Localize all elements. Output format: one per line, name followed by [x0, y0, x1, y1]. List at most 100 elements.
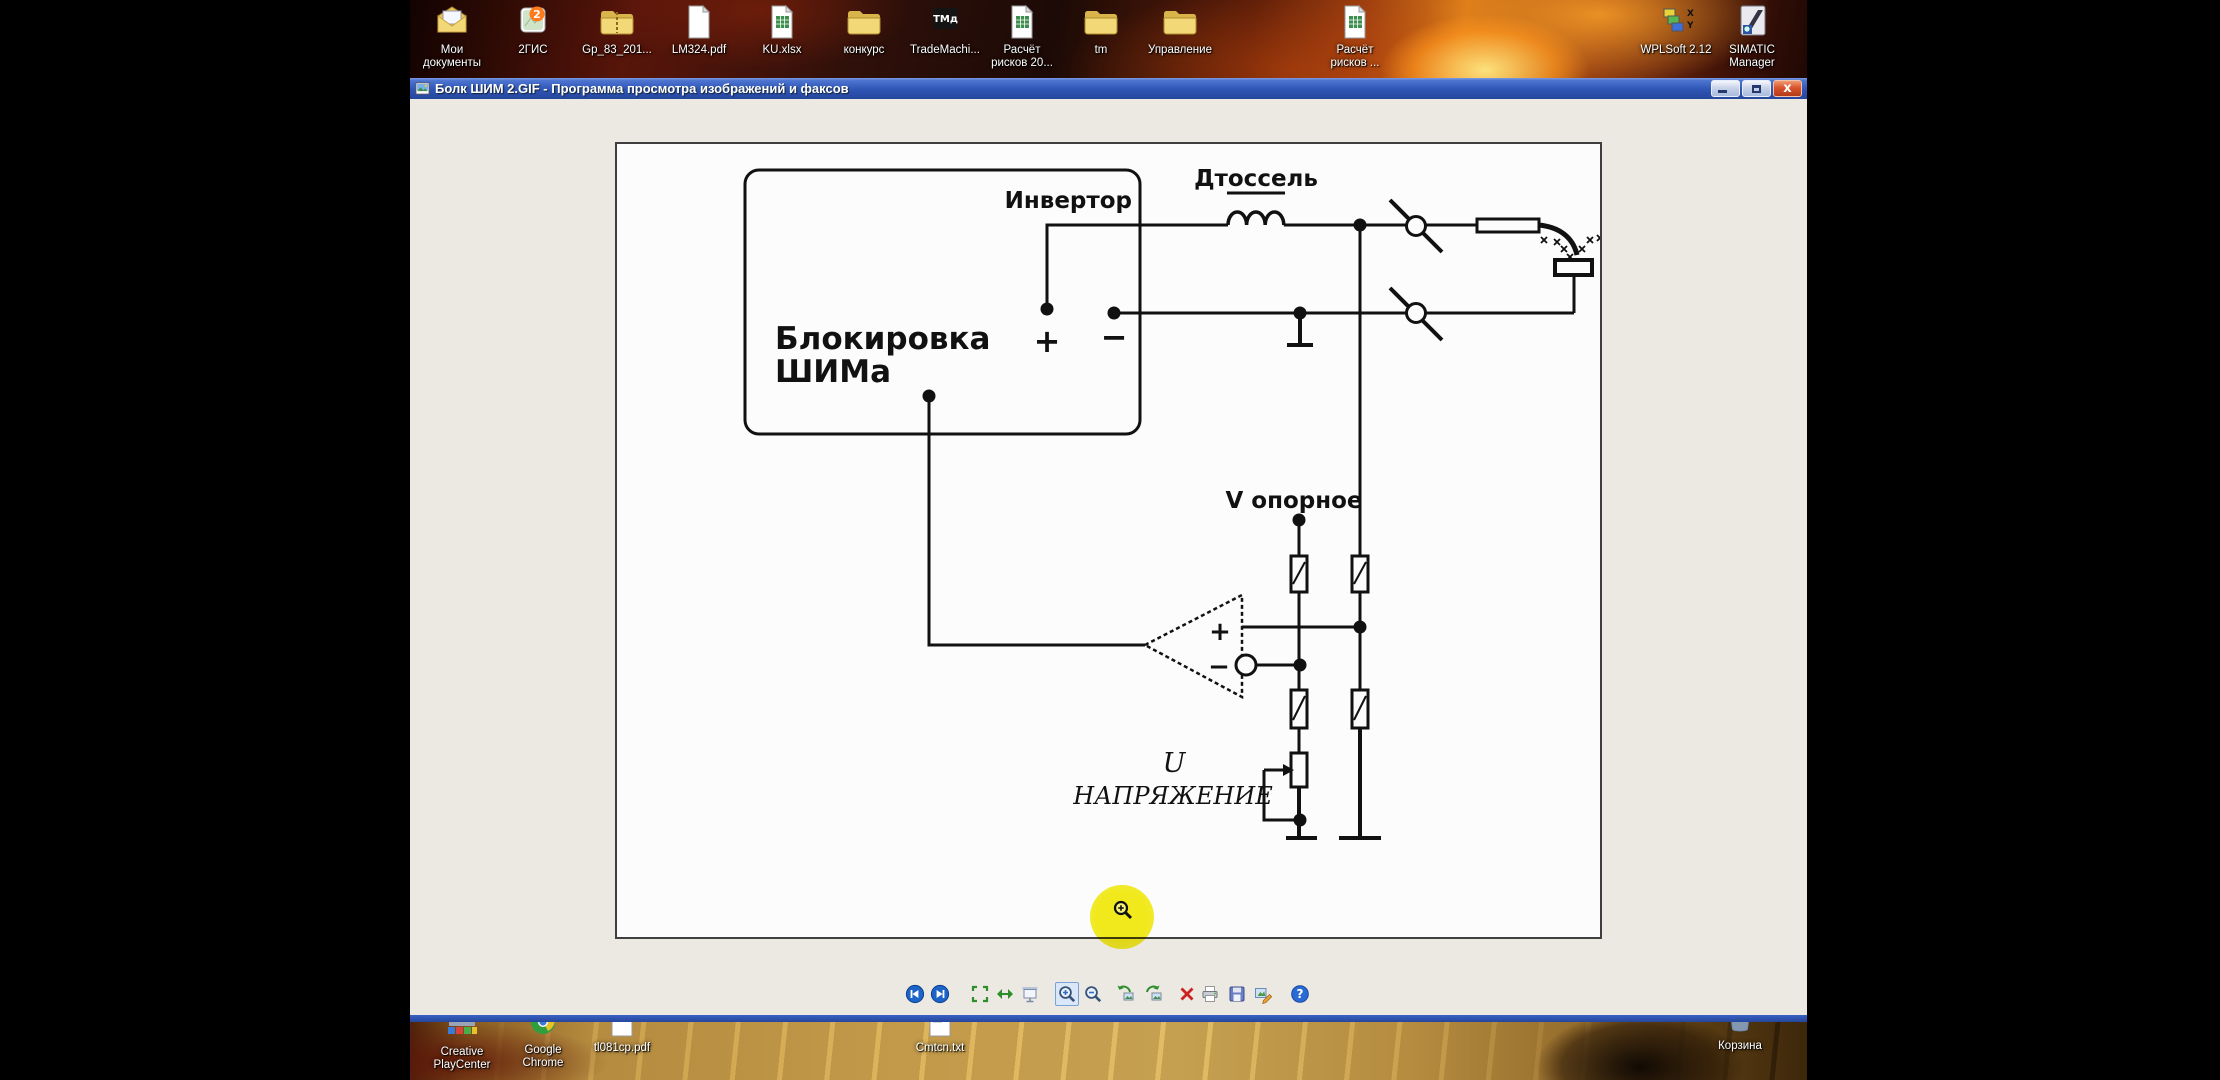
desktop-icon-label: Расчёт рисков 20... — [991, 44, 1053, 70]
excel-doc-icon — [1335, 2, 1375, 42]
title-bar[interactable]: Болк ШИМ 2.GIF - Программа просмотра изо… — [410, 78, 1807, 99]
resistor — [1477, 219, 1539, 232]
junction-dot — [1295, 815, 1305, 825]
toolbar-best-fit-button[interactable] — [968, 982, 992, 1006]
toolbar-start-slideshow-button[interactable] — [1018, 982, 1042, 1006]
toolbar-rotate-counterclockwise-button[interactable] — [1141, 982, 1165, 1006]
label-u-1: U — [1163, 748, 1187, 779]
desktop-icon-label: tl081cp.pdf — [594, 1042, 650, 1055]
help-icon: ? — [1290, 984, 1310, 1004]
desktop-icon-label: Корзина — [1718, 1040, 1762, 1053]
toolbar-actual-size-button[interactable] — [993, 982, 1017, 1006]
save-icon — [1227, 984, 1247, 1004]
desktop-icon-gp-83-201[interactable]: Gp_83_201... — [572, 2, 662, 57]
previous-image-icon — [905, 984, 925, 1004]
svg-text:2: 2 — [533, 8, 541, 21]
folder-icon — [1160, 2, 1200, 42]
ground-symbol — [1339, 728, 1381, 838]
window-title: Болк ШИМ 2.GIF - Программа просмотра изо… — [435, 81, 849, 96]
desktop-icon-конкурс[interactable]: конкурс — [819, 2, 909, 57]
desktop-icon-tm[interactable]: tm — [1056, 2, 1146, 57]
close-button[interactable]: x — [1773, 80, 1802, 97]
svg-text:?: ? — [1297, 987, 1304, 1001]
desktop-icon-label: Управление — [1148, 44, 1212, 57]
toolbar-help-button[interactable]: ? — [1288, 982, 1312, 1006]
edit-icon — [1253, 984, 1273, 1004]
excel-doc-icon — [1002, 2, 1042, 42]
toolbar-zoom-out-button[interactable] — [1081, 982, 1105, 1006]
simatic-app-icon — [1732, 2, 1772, 42]
actual-size-icon — [995, 984, 1015, 1004]
toolbar-edit-button[interactable] — [1251, 982, 1275, 1006]
desktop-icon-label: Creative PlayCenter — [434, 1046, 491, 1072]
desktop-icon-simatic-manager[interactable]: SIMATIC Manager — [1707, 2, 1797, 70]
desktop-icon-label: 2ГИС — [518, 44, 547, 57]
toolbar-rotate-clockwise-button[interactable] — [1113, 982, 1137, 1006]
desktop-icon-label: KU.xlsx — [763, 44, 802, 57]
label-block-1: Блокировка — [775, 321, 990, 357]
breaker-symbol — [1407, 217, 1426, 236]
toolbar-previous-image-button[interactable] — [903, 982, 927, 1006]
label-plus-terminal: + — [1034, 322, 1061, 360]
label-minus-terminal: − — [1101, 318, 1128, 356]
desktop-icon-2гис[interactable]: 2 2ГИС — [488, 2, 578, 57]
toolbar-save-button[interactable] — [1225, 982, 1249, 1006]
label-inverter: Инвертор — [1005, 188, 1132, 214]
zoom-cursor-icon — [1112, 899, 1134, 921]
folder-icon — [1081, 2, 1121, 42]
maximize-button[interactable] — [1742, 80, 1771, 97]
desktop-icon-мои-документы[interactable]: Мои документы — [410, 2, 497, 70]
close-icon: x — [1783, 82, 1791, 95]
excel-doc-icon — [762, 2, 802, 42]
inverting-input-bubble — [1236, 655, 1256, 675]
window-bottom-border — [410, 1015, 1807, 1022]
desktop-icon-label: Google Chrome — [523, 1044, 564, 1070]
desktop-icon-label: tm — [1095, 44, 1108, 57]
video-frame: Мои документы 2 2ГИС Gp_83_201...LM324.pdf K… — [0, 0, 2220, 1080]
2gis-app-icon: 2 — [513, 2, 553, 42]
label-block-2: ШИМа — [775, 354, 891, 390]
desktop-icon-lm324-pdf[interactable]: LM324.pdf — [654, 2, 744, 57]
toolbar-delete-button[interactable] — [1175, 982, 1199, 1006]
best-fit-icon — [970, 984, 990, 1004]
circuit-diagram: Инвертор Блокировка ШИМа + − Дтоссель — [617, 144, 1600, 937]
trademachine-app-icon: ТМд — [925, 2, 965, 42]
delete-icon — [1177, 984, 1197, 1004]
electrode — [1555, 260, 1592, 275]
desktop-icon-ku-xlsx[interactable]: KU.xlsx — [737, 2, 827, 57]
image-canvas: Инвертор Блокировка ШИМа + − Дтоссель — [615, 142, 1602, 939]
desktop: Мои документы 2 2ГИС Gp_83_201...LM324.pdf K… — [410, 0, 1807, 1080]
desktop-icon-label: конкурс — [844, 44, 885, 57]
maximize-icon — [1752, 85, 1761, 93]
next-image-icon — [930, 984, 950, 1004]
desktop-icon-label: Cmtcn.txt — [916, 1042, 965, 1055]
label-opamp-minus: − — [1208, 652, 1230, 682]
picture-viewer-app-icon — [415, 81, 430, 96]
viewer-window: Болк ШИМ 2.GIF - Программа просмотра изо… — [410, 78, 1807, 1022]
desktop-icon-расч-т-рисков[interactable]: Расчёт рисков ... — [1310, 2, 1400, 70]
my-documents-icon — [432, 2, 472, 42]
rotate-counterclockwise-icon — [1143, 984, 1163, 1004]
minimize-icon — [1718, 90, 1727, 93]
wplsoft-app-icon: XY — [1656, 2, 1696, 42]
svg-text:X: X — [1687, 9, 1694, 19]
desktop-icon-label: Мои документы — [423, 44, 481, 70]
desktop-icon-управление[interactable]: Управление — [1135, 2, 1225, 57]
minimize-button[interactable] — [1711, 80, 1740, 97]
desktop-icon-расч-т-рисков-20[interactable]: Расчёт рисков 20... — [977, 2, 1067, 70]
label-opamp-plus: + — [1209, 617, 1231, 647]
toolbar-print-button[interactable] — [1198, 982, 1222, 1006]
svg-text:Y: Y — [1686, 21, 1694, 31]
toolbar-zoom-in-button[interactable] — [1055, 982, 1079, 1006]
zoom-in-icon — [1057, 984, 1077, 1004]
ground-symbol — [1286, 787, 1317, 838]
zip-folder-icon — [597, 2, 637, 42]
label-choke: Дтоссель — [1194, 166, 1318, 192]
svg-text:ТМд: ТМд — [933, 14, 958, 25]
pdf-doc-icon — [679, 2, 719, 42]
window-body: Инвертор Блокировка ШИМа + − Дтоссель — [410, 99, 1807, 1015]
inductor-coil — [1228, 212, 1284, 225]
window-controls: x — [1711, 80, 1802, 97]
toolbar-next-image-button[interactable] — [928, 982, 952, 1006]
folder-icon — [844, 2, 884, 42]
